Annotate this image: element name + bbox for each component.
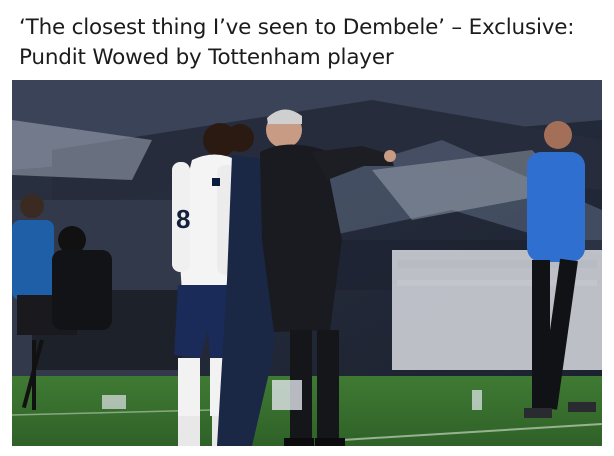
shirt-number: 8 xyxy=(176,204,190,234)
headline-line-1: ‘The closest thing I’ve seen to Dembele’… xyxy=(19,15,575,40)
article-headline[interactable]: ‘The closest thing I’ve seen to Dembele’… xyxy=(19,13,609,73)
article-photo[interactable]: 8 xyxy=(12,80,602,446)
headline-line-2: Pundit Wowed by Tottenham player xyxy=(19,45,394,70)
